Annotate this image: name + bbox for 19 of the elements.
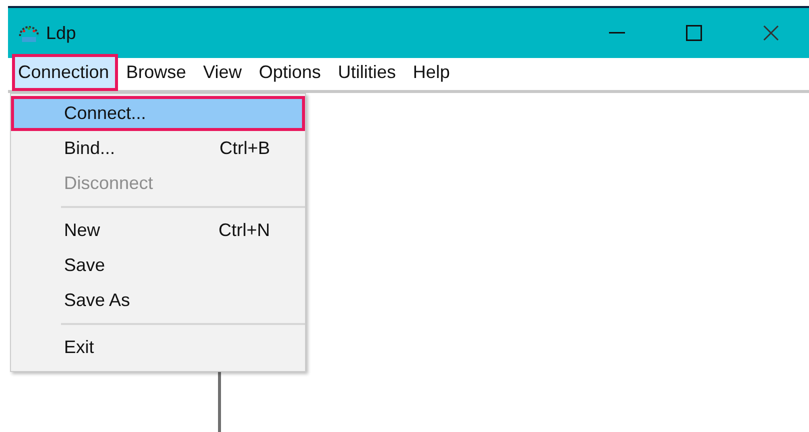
menu-option[interactable]: Bind... Ctrl+B [11,131,305,166]
menu-item[interactable]: Utilities [332,54,405,90]
menu-item[interactable]: Browse [120,54,196,90]
app-icon [18,23,40,43]
menu-option[interactable]: Exit [11,330,305,365]
menu-option[interactable]: Connect... [11,96,305,131]
menu-option[interactable]: New Ctrl+N [11,213,305,248]
menu-option[interactable]: Save [11,248,305,283]
minimize-icon [608,32,624,34]
shortcut-label: Ctrl+B [219,138,270,159]
menu-item[interactable]: Connection [12,54,118,90]
shortcut-label: Ctrl+N [218,220,270,241]
menu-item[interactable]: Help [406,54,459,90]
close-icon [762,25,778,41]
menu-option[interactable]: Save As [11,283,305,318]
maximize-icon [686,25,702,41]
window-title: Ldp [46,22,76,44]
menu-item[interactable]: Options [252,54,330,90]
menu-item[interactable]: View [197,54,251,90]
